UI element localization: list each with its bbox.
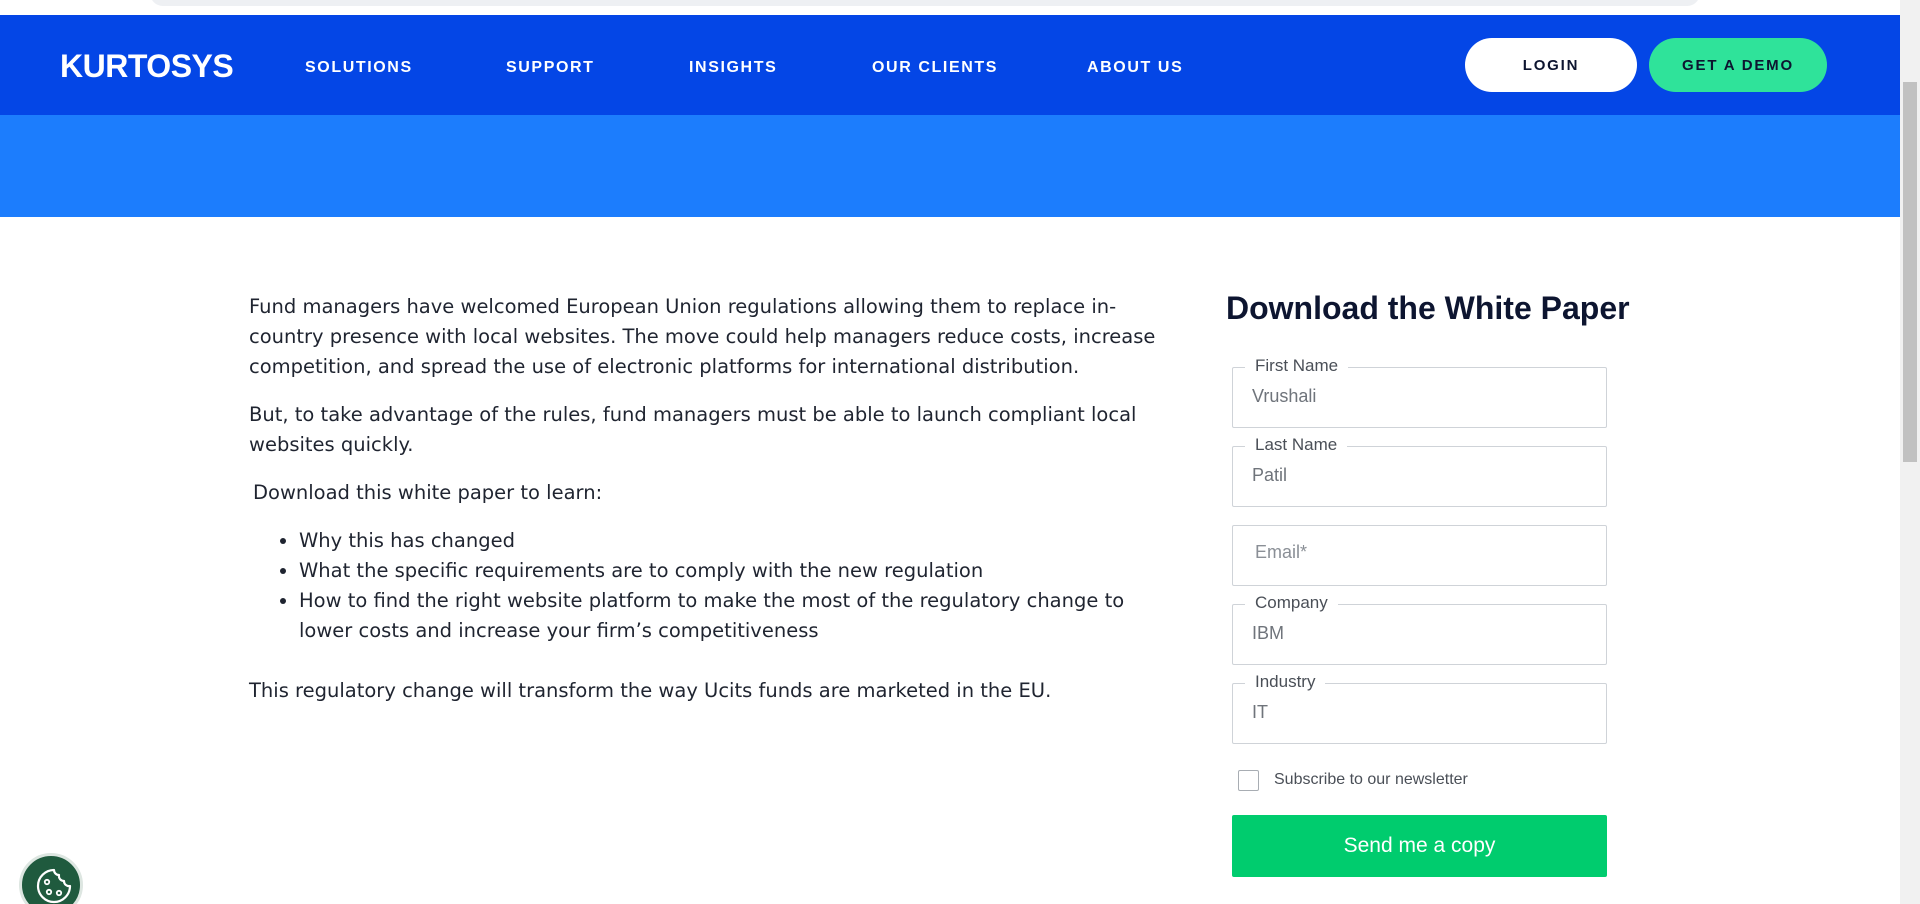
industry-value[interactable]: IT xyxy=(1252,702,1268,723)
cookie-icon xyxy=(36,868,72,904)
address-bar-remnant xyxy=(150,0,1700,6)
last-name-value[interactable]: Patil xyxy=(1252,465,1287,486)
nav-our-clients[interactable]: OUR CLIENTS xyxy=(872,59,998,77)
nav-about-us[interactable]: ABOUT US xyxy=(1087,59,1183,77)
first-name-label: First Name xyxy=(1245,356,1349,376)
nav-support[interactable]: SUPPORT xyxy=(506,59,595,77)
kurtosys-logo[interactable]: KURTOSYS xyxy=(60,48,234,85)
list-item: How to find the right website platform t… xyxy=(299,586,1179,646)
send-me-a-copy-button[interactable]: Send me a copy xyxy=(1232,815,1607,877)
article-paragraph-1: Fund managers have welcomed European Uni… xyxy=(249,295,1156,378)
article-body: Fund managers have welcomed European Uni… xyxy=(249,292,1179,724)
industry-label: Industry xyxy=(1245,672,1326,692)
first-name-field[interactable]: First Name Vrushali xyxy=(1232,356,1607,428)
nav-insights[interactable]: INSIGHTS xyxy=(689,59,777,77)
list-item: Why this has changed xyxy=(299,526,1179,556)
company-label: Company xyxy=(1245,593,1338,613)
get-a-demo-button[interactable]: GET A DEMO xyxy=(1649,38,1827,92)
site-header: KURTOSYS SOLUTIONS SUPPORT INSIGHTS OUR … xyxy=(0,15,1900,115)
article-intro: Download this white paper to learn: xyxy=(253,481,603,504)
last-name-field[interactable]: Last Name Patil xyxy=(1232,435,1607,507)
industry-field[interactable]: Industry IT xyxy=(1232,672,1607,744)
form-title: Download the White Paper xyxy=(1226,290,1630,326)
article-bullet-list: Why this has changed What the specific r… xyxy=(249,526,1179,646)
scrollbar-thumb[interactable] xyxy=(1903,82,1917,462)
first-name-value[interactable]: Vrushali xyxy=(1252,386,1316,407)
company-field[interactable]: Company IBM xyxy=(1232,593,1607,665)
hero-band xyxy=(0,115,1900,217)
newsletter-label[interactable]: Subscribe to our newsletter xyxy=(1274,771,1468,789)
list-item: What the specific requirements are to co… xyxy=(299,556,1179,586)
last-name-label: Last Name xyxy=(1245,435,1348,455)
page: KURTOSYS SOLUTIONS SUPPORT INSIGHTS OUR … xyxy=(0,0,1920,904)
login-button[interactable]: LOGIN xyxy=(1465,38,1637,92)
nav-solutions[interactable]: SOLUTIONS xyxy=(305,59,413,77)
browser-top-strip xyxy=(0,0,1900,15)
page-scrollbar[interactable] xyxy=(1900,0,1920,904)
newsletter-checkbox[interactable] xyxy=(1238,769,1259,791)
email-field[interactable]: Email* xyxy=(1232,525,1607,586)
email-placeholder[interactable]: Email* xyxy=(1255,542,1307,563)
article-closing: This regulatory change will transform th… xyxy=(249,679,1052,702)
article-paragraph-2: But, to take advantage of the rules, fun… xyxy=(249,403,1137,456)
company-value[interactable]: IBM xyxy=(1252,623,1284,644)
cookie-settings-button[interactable] xyxy=(19,853,83,904)
newsletter-row: Subscribe to our newsletter xyxy=(1238,768,1468,792)
